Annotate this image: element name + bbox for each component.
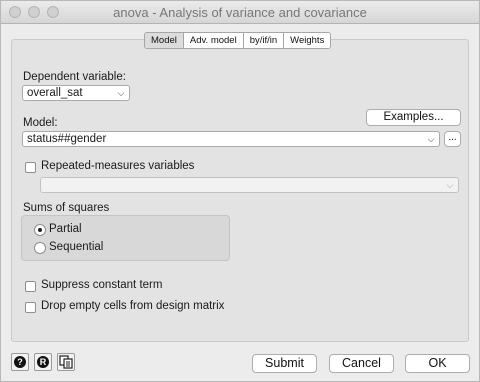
copy-command-button[interactable] xyxy=(57,353,75,371)
tab-bar: Model Adv. model by/if/in Weights xyxy=(144,32,332,49)
tab-by-if-in[interactable]: by/if/in xyxy=(243,33,285,48)
drop-empty-cells-label: Drop empty cells from design matrix xyxy=(41,300,225,312)
dependent-variable-value: overall_sat xyxy=(27,87,83,99)
sums-of-squares-title: Sums of squares xyxy=(23,202,110,214)
cancel-button[interactable]: Cancel xyxy=(329,354,394,373)
title-bar: anova - Analysis of variance and covaria… xyxy=(1,1,479,24)
examples-button[interactable]: Examples... xyxy=(366,109,461,126)
model-input[interactable]: status##gender ⌵ xyxy=(22,131,440,147)
help-icon: ? xyxy=(14,356,26,368)
reset-icon: R xyxy=(37,356,49,368)
chevron-down-icon: ⌵ xyxy=(446,180,454,190)
sequential-label: Sequential xyxy=(49,241,104,253)
tab-weights[interactable]: Weights xyxy=(284,33,331,48)
model-value: status##gender xyxy=(27,133,107,145)
sequential-radio[interactable] xyxy=(34,242,46,254)
sums-of-squares-group xyxy=(21,215,230,261)
drop-empty-cells-checkbox[interactable] xyxy=(25,302,36,313)
copy-icon xyxy=(59,355,73,369)
tab-model[interactable]: Model xyxy=(145,33,184,48)
suppress-constant-checkbox[interactable] xyxy=(25,281,36,292)
submit-button[interactable]: Submit xyxy=(252,354,317,373)
tab-adv-model[interactable]: Adv. model xyxy=(183,33,244,48)
repeated-measures-select[interactable]: ⌵ xyxy=(40,177,459,193)
dependent-variable-label: Dependent variable: xyxy=(23,71,126,83)
chevron-down-icon: ⌵ xyxy=(117,88,125,98)
dependent-variable-select[interactable]: overall_sat ⌵ xyxy=(22,85,130,101)
repeated-measures-label: Repeated-measures variables xyxy=(41,160,195,172)
window-title: anova - Analysis of variance and covaria… xyxy=(113,5,367,20)
ok-button[interactable]: OK xyxy=(405,354,470,373)
anova-dialog: anova - Analysis of variance and covaria… xyxy=(0,0,480,382)
suppress-constant-label: Suppress constant term xyxy=(41,279,163,291)
chevron-down-icon: ⌵ xyxy=(427,134,435,144)
model-label: Model: xyxy=(23,117,58,129)
repeated-measures-checkbox[interactable] xyxy=(25,162,36,173)
reset-button[interactable]: R xyxy=(34,353,52,371)
partial-label: Partial xyxy=(49,223,82,235)
partial-radio[interactable] xyxy=(34,224,46,236)
help-button[interactable]: ? xyxy=(11,353,29,371)
browse-model-button[interactable]: ... xyxy=(444,131,461,147)
